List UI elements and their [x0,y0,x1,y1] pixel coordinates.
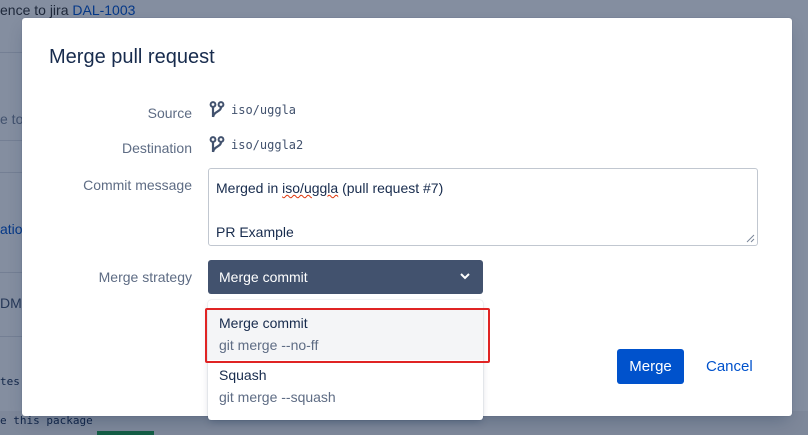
dialog-title: Merge pull request [49,46,215,68]
commit-message-label: Commit message [83,177,192,193]
destination-branch: iso/uggla2 [209,136,303,154]
commit-message-blank-line [216,199,750,221]
resize-grip-icon[interactable] [746,234,755,243]
chevron-down-icon [460,273,470,280]
merge-strategy-dropdown: Merge commit git merge --no-ff Squash gi… [208,300,483,420]
option-title: Squash [219,367,267,383]
option-description: git merge --no-ff [219,337,319,353]
commit-line1-suffix: (pull request #7) [338,180,444,196]
merge-pull-request-dialog: Merge pull request Source iso/uggla Dest… [22,18,792,420]
commit-message-line-1: Merged in iso/uggla (pull request #7) [216,177,750,199]
cancel-button[interactable]: Cancel [698,349,761,384]
branch-icon [209,136,225,154]
source-branch: iso/uggla [209,101,296,119]
destination-label: Destination [121,140,192,156]
destination-branch-name: iso/uggla2 [231,138,304,152]
commit-message-textarea[interactable]: Merged in iso/uggla (pull request #7) PR… [208,168,758,246]
branch-icon [209,101,225,119]
option-title: Merge commit [219,315,308,331]
option-description: git merge --squash [219,389,336,405]
commit-message-line-2: PR Example [216,224,294,240]
strategy-option-merge-commit[interactable]: Merge commit git merge --no-ff [208,308,483,360]
commit-line1-branch: iso/uggla [282,180,339,196]
source-branch-name: iso/uggla [231,103,297,117]
merge-strategy-select[interactable]: Merge commit [208,260,483,294]
source-label: Source [147,105,192,121]
merge-button[interactable]: Merge [617,349,684,384]
strategy-option-squash[interactable]: Squash git merge --squash [208,360,483,412]
commit-line1-prefix: Merged in [216,180,283,196]
merge-strategy-label: Merge strategy [98,269,192,285]
merge-strategy-selected: Merge commit [219,269,308,285]
